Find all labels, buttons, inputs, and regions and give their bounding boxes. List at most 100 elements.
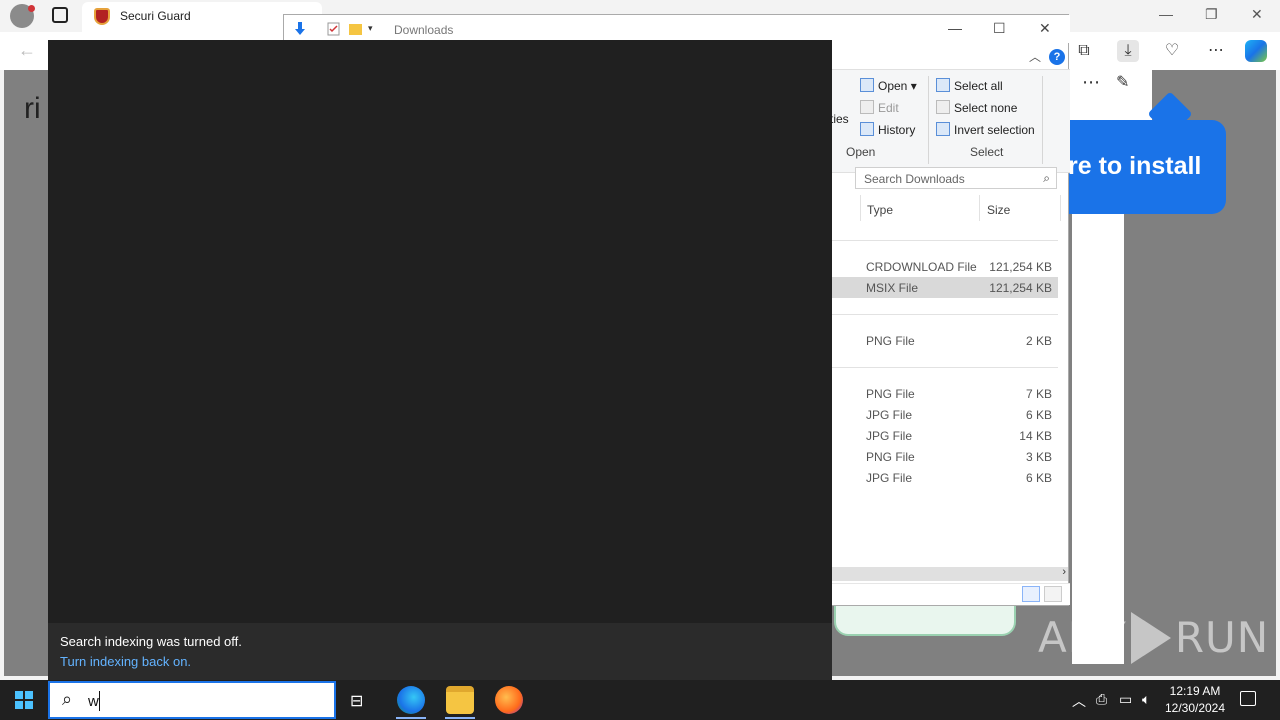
edit-icon: [860, 100, 874, 114]
file-row[interactable]: PNG File 7 KB: [832, 383, 1058, 404]
file-size: 121,254 KB: [989, 260, 1052, 274]
search-downloads-field[interactable]: Search Downloads ⌕: [855, 167, 1057, 189]
restore-button[interactable]: ❐: [1205, 6, 1218, 23]
file-type: JPG File: [866, 429, 913, 443]
column-divider[interactable]: [979, 195, 980, 221]
shield-icon: [94, 8, 110, 25]
properties-icon[interactable]: [326, 21, 342, 37]
device-icon[interactable]: ⎙: [1096, 691, 1107, 708]
group-divider: [832, 367, 1058, 368]
edge-icon[interactable]: [397, 686, 425, 714]
volume-icon[interactable]: 🔈︎: [1142, 691, 1150, 708]
group-divider: [832, 240, 1058, 241]
more-icon[interactable]: ⋯: [1082, 72, 1100, 93]
explorer-minimize-button[interactable]: —: [948, 20, 962, 36]
page-heading-fragment: ri: [24, 92, 41, 125]
browser-essentials-icon[interactable]: ♡: [1161, 40, 1183, 62]
download-arrow-icon[interactable]: [292, 21, 308, 37]
window-title: Downloads: [394, 23, 454, 37]
page-button-fragment[interactable]: [834, 606, 1016, 636]
invert-selection-icon: [936, 122, 950, 136]
play-logo-icon: [1130, 612, 1171, 664]
ribbon-history-button[interactable]: History: [860, 122, 915, 137]
indexing-notice: Search indexing was turned off. Turn ind…: [48, 623, 832, 680]
help-icon[interactable]: ?: [1049, 49, 1065, 65]
collapse-ribbon-icon[interactable]: ︿: [1029, 48, 1041, 65]
group-label-select: Select: [970, 145, 1004, 159]
file-size: 7 KB: [1025, 387, 1052, 401]
file-row[interactable]: CRDOWNLOAD File 121,254 KB: [832, 256, 1058, 277]
group-label-open: Open: [846, 145, 876, 159]
ribbon-select-all-button[interactable]: Select all: [936, 78, 1003, 93]
customize-qat-icon[interactable]: ▾: [368, 23, 373, 34]
file-row[interactable]: JPG File 14 KB: [832, 425, 1058, 446]
notifications-icon[interactable]: [1240, 691, 1256, 706]
turn-indexing-on-link[interactable]: Turn indexing back on.: [60, 654, 191, 669]
file-size: 121,254 KB: [989, 281, 1052, 295]
file-row[interactable]: PNG File 3 KB: [832, 446, 1058, 467]
file-row[interactable]: JPG File 6 KB: [832, 467, 1058, 488]
download-panel-header: [1068, 68, 1152, 128]
copilot-icon[interactable]: [1245, 40, 1267, 62]
anyrun-watermark: ANY RUN: [1038, 612, 1269, 664]
quick-access-toolbar: ▾ Downloads — ☐ ✕: [284, 15, 1070, 43]
clock-time[interactable]: 12:19 AM: [1160, 684, 1230, 698]
ribbon-select-none-button[interactable]: Select none: [936, 100, 1017, 115]
new-folder-icon[interactable]: [348, 21, 364, 37]
profile-badge: [28, 5, 35, 12]
file-type: JPG File: [866, 471, 913, 485]
collections-icon[interactable]: ⧉: [1073, 40, 1095, 62]
text-caret: [99, 691, 100, 711]
column-header-size[interactable]: Size: [987, 203, 1010, 217]
column-divider[interactable]: [860, 195, 861, 221]
large-icons-view-icon[interactable]: [1044, 586, 1062, 602]
file-row[interactable]: PNG File 2 KB: [832, 330, 1058, 351]
clock-date[interactable]: 12/30/2024: [1160, 701, 1230, 715]
file-type: CRDOWNLOAD File: [866, 260, 977, 274]
file-type: PNG File: [866, 387, 915, 401]
more-options-icon[interactable]: ⋯: [1205, 40, 1227, 62]
open-icon: [860, 78, 874, 92]
file-type: PNG File: [866, 450, 915, 464]
tab-actions-icon[interactable]: [52, 7, 68, 23]
select-all-icon: [936, 78, 950, 92]
tab-title: Securi Guard: [120, 9, 191, 23]
explorer-close-button[interactable]: ✕: [1039, 20, 1051, 37]
ribbon-edit-button[interactable]: Edit: [860, 100, 899, 115]
file-size: 6 KB: [1025, 471, 1052, 485]
pin-icon[interactable]: ✎: [1116, 72, 1129, 92]
details-view-icon[interactable]: [1022, 586, 1040, 602]
firefox-icon[interactable]: [495, 686, 523, 714]
horizontal-scrollbar[interactable]: ›: [832, 566, 1068, 581]
select-none-icon: [936, 100, 950, 114]
minimize-button[interactable]: —: [1159, 6, 1173, 22]
file-type: PNG File: [866, 334, 915, 348]
active-indicator: [396, 717, 426, 719]
file-size: 2 KB: [1025, 334, 1052, 348]
downloads-icon[interactable]: ⤓: [1117, 40, 1139, 62]
indexing-message: Search indexing was turned off.: [60, 634, 242, 649]
show-hidden-icons-icon[interactable]: ︿: [1072, 691, 1086, 711]
task-view-icon[interactable]: ⊟: [350, 691, 363, 711]
column-divider[interactable]: [1060, 195, 1061, 221]
scroll-right-icon[interactable]: ›: [1062, 566, 1066, 578]
file-size: 14 KB: [1019, 429, 1052, 443]
file-type: MSIX File: [866, 281, 919, 295]
column-header-type[interactable]: Type: [867, 203, 893, 217]
file-row[interactable]: JPG File 6 KB: [832, 404, 1058, 425]
file-size: 6 KB: [1025, 408, 1052, 422]
network-icon[interactable]: ▭: [1119, 691, 1132, 708]
file-type: JPG File: [866, 408, 913, 422]
back-arrow-icon[interactable]: ←: [18, 40, 36, 61]
search-query: w: [88, 693, 99, 710]
taskbar-search-input[interactable]: ⌕ w: [48, 681, 336, 719]
ribbon-open-button[interactable]: Open ▾: [860, 78, 917, 93]
file-row-selected[interactable]: MSIX File 121,254 KB: [832, 277, 1058, 298]
close-button[interactable]: ✕: [1251, 6, 1263, 23]
start-search-pane: Search indexing was turned off. Turn ind…: [48, 40, 832, 680]
ribbon-invert-selection-button[interactable]: Invert selection: [936, 122, 1035, 137]
file-explorer-icon[interactable]: [446, 686, 474, 714]
windows-start-icon[interactable]: [15, 691, 33, 709]
search-icon: ⌕: [62, 689, 73, 709]
explorer-maximize-button[interactable]: ☐: [993, 20, 1006, 37]
